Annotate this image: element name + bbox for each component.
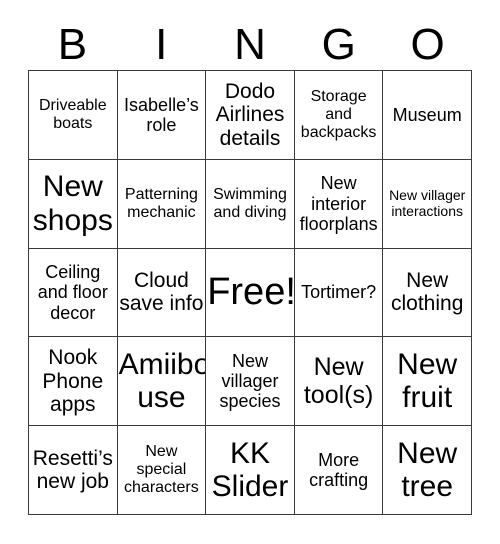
bingo-cell-label: New clothing bbox=[390, 268, 464, 316]
bingo-cell[interactable]: New clothing bbox=[383, 248, 472, 338]
bingo-card: B I N G O Driveable boats Isabelle’s rol… bbox=[0, 0, 500, 544]
bingo-cell[interactable]: New special characters bbox=[117, 426, 207, 515]
bingo-cell[interactable]: New tree bbox=[383, 426, 472, 515]
bingo-cell-label: Cloud save info bbox=[119, 268, 204, 316]
bingo-cell[interactable]: New tool(s) bbox=[294, 337, 384, 427]
bingo-cell[interactable]: Storage and backpacks bbox=[294, 71, 384, 160]
bingo-cell[interactable]: New villager species bbox=[206, 337, 295, 427]
bingo-cell-label: New interior floorplans bbox=[299, 173, 378, 234]
bingo-cell[interactable]: Swimming and diving bbox=[206, 159, 295, 249]
bingo-cell-label: New fruit bbox=[397, 347, 458, 415]
bingo-cell-label: Isabelle’s role bbox=[124, 94, 199, 135]
bingo-cell[interactable]: Museum bbox=[383, 71, 472, 160]
bingo-header-letter-b: B bbox=[57, 20, 88, 69]
bingo-cell-label: Museum bbox=[392, 104, 462, 125]
bingo-cell-label: New villager interactions bbox=[389, 187, 466, 219]
bingo-grid: Driveable boats Isabelle’s role Dodo Air… bbox=[28, 70, 472, 515]
bingo-header-letter-n: N bbox=[234, 20, 266, 69]
bingo-cell[interactable]: Isabelle’s role bbox=[117, 71, 207, 160]
bingo-cell-label: Driveable boats bbox=[39, 96, 107, 132]
bingo-cell[interactable]: New villager interactions bbox=[383, 159, 472, 249]
bingo-cell[interactable]: New interior floorplans bbox=[294, 159, 384, 249]
bingo-cell-label: Swimming and diving bbox=[213, 185, 287, 221]
bingo-cell-label: Tortimer? bbox=[301, 282, 377, 303]
bingo-cell[interactable]: Driveable boats bbox=[29, 71, 118, 160]
bingo-header-letter-o: O bbox=[410, 20, 445, 69]
bingo-cell-label: Amiibo use bbox=[118, 347, 207, 415]
bingo-cell-label: Resetti’s new job bbox=[32, 446, 113, 494]
bingo-cell[interactable]: New fruit bbox=[383, 337, 472, 427]
bingo-cell[interactable]: Resetti’s new job bbox=[29, 426, 118, 515]
bingo-header-letter-g: G bbox=[321, 20, 356, 69]
bingo-cell-label: Patterning mechanic bbox=[124, 185, 198, 221]
bingo-cell-label: More crafting bbox=[309, 449, 369, 491]
bingo-cell[interactable]: KK Slider bbox=[206, 426, 295, 515]
bingo-cell[interactable]: Ceiling and floor decor bbox=[29, 248, 118, 338]
bingo-cell-label: New shops bbox=[32, 170, 113, 237]
bingo-header-letter-i: I bbox=[155, 20, 168, 69]
bingo-cell-label: New villager species bbox=[219, 351, 281, 412]
bingo-cell-label: KK Slider bbox=[211, 436, 289, 504]
bingo-cell[interactable]: New shops bbox=[29, 159, 118, 249]
bingo-cell-label: New tree bbox=[397, 436, 458, 504]
bingo-cell[interactable]: Dodo Airlines details bbox=[206, 71, 295, 160]
bingo-cell-label: Ceiling and floor decor bbox=[37, 262, 108, 323]
bingo-cell-label: New tool(s) bbox=[303, 353, 374, 410]
bingo-cell-label: Dodo Airlines details bbox=[215, 79, 285, 150]
bingo-cell-label: Nook Phone apps bbox=[42, 346, 104, 417]
bingo-cell[interactable]: Cloud save info bbox=[117, 248, 207, 338]
bingo-cell[interactable]: Patterning mechanic bbox=[117, 159, 207, 249]
bingo-cell-label: New special characters bbox=[124, 443, 199, 497]
bingo-cell[interactable]: Amiibo use bbox=[117, 337, 207, 427]
bingo-cell-free-space[interactable]: Free! bbox=[206, 248, 295, 338]
bingo-cell-label: Storage and backpacks bbox=[300, 88, 377, 141]
bingo-cell-label: Free! bbox=[207, 271, 295, 314]
bingo-cell[interactable]: Tortimer? bbox=[294, 248, 384, 338]
bingo-cell[interactable]: More crafting bbox=[294, 426, 384, 515]
bingo-header-row: B I N G O bbox=[28, 20, 472, 70]
bingo-cell[interactable]: Nook Phone apps bbox=[29, 337, 118, 427]
